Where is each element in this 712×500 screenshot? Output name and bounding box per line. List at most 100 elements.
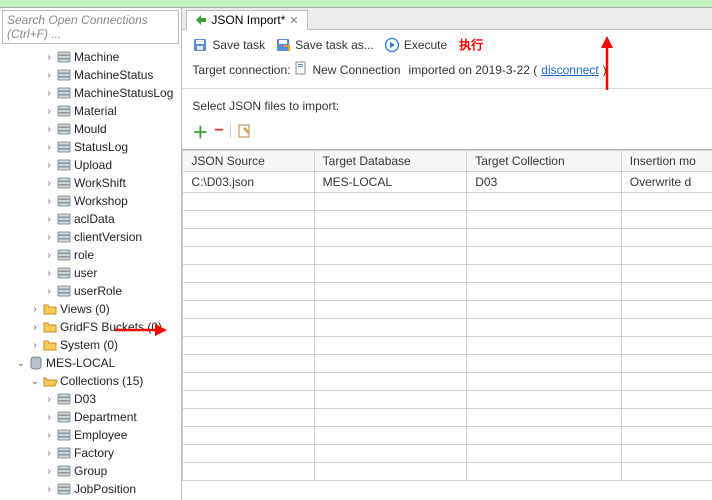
twist-icon[interactable]: › [42, 284, 56, 298]
tree-item-machinestatuslog[interactable]: ›MachineStatusLog [0, 84, 181, 102]
twist-icon[interactable]: › [42, 248, 56, 262]
tree-item-material[interactable]: ›Material [0, 102, 181, 120]
table-row-empty [183, 373, 712, 391]
tree-item-userrole[interactable]: ›userRole [0, 282, 181, 300]
tab-bar: JSON Import* ✕ [182, 8, 712, 30]
table-row-empty [183, 427, 712, 445]
edit-button[interactable] [237, 123, 253, 139]
execute-button[interactable]: Execute [384, 37, 447, 53]
sidebar: Search Open Connections (Ctrl+F) ... ›Ma… [0, 8, 182, 500]
tree-label: D03 [74, 392, 96, 406]
twist-icon[interactable]: › [42, 194, 56, 208]
tree-item-factory[interactable]: ›Factory [0, 444, 181, 462]
tree-icon [56, 194, 72, 208]
tree-icon [56, 464, 72, 478]
tree-item-d03[interactable]: › D03 [0, 390, 181, 408]
twist-icon[interactable]: ⌄ [28, 374, 42, 388]
tree-folder-views[interactable]: ›Views (0) [0, 300, 181, 318]
twist-icon[interactable]: › [42, 86, 56, 100]
tree-item-group[interactable]: ›Group [0, 462, 181, 480]
save-task-as-button[interactable]: Save task as... [275, 37, 374, 53]
tree-item-machine[interactable]: ›Machine [0, 48, 181, 66]
tree-label: MachineStatus [74, 68, 153, 82]
table-row-empty [183, 211, 712, 229]
tree-item-user[interactable]: ›user [0, 264, 181, 282]
col-json-source[interactable]: JSON Source [183, 151, 314, 172]
tree-item-machinestatus[interactable]: › MachineStatus [0, 66, 181, 84]
twist-icon[interactable]: › [28, 302, 42, 316]
tree-folder-gridfs[interactable]: ›GridFS Buckets (0) [0, 318, 181, 336]
tree-label: Department [74, 410, 137, 424]
twist-icon[interactable]: › [42, 140, 56, 154]
table-row-empty [183, 301, 712, 319]
save-task-button[interactable]: Save task [192, 37, 265, 53]
tab-json-import[interactable]: JSON Import* ✕ [186, 10, 307, 30]
tree-item-statuslog[interactable]: ›StatusLog [0, 138, 181, 156]
remove-file-button[interactable]: − [214, 122, 223, 140]
tree-item-clientversion[interactable]: › clientVersion [0, 228, 181, 246]
cell-source: C:\D03.json [183, 172, 314, 193]
col-insertion-mode[interactable]: Insertion mo [621, 151, 712, 172]
twist-icon[interactable]: › [42, 50, 56, 64]
twist-icon[interactable]: › [42, 446, 56, 460]
page-icon [294, 61, 308, 78]
twist-icon[interactable]: › [42, 122, 56, 136]
play-icon [384, 37, 400, 53]
tree-icon [42, 320, 58, 334]
twist-icon[interactable]: › [42, 104, 56, 118]
twist-icon[interactable]: › [28, 338, 42, 352]
disconnect-link[interactable]: disconnect [541, 63, 598, 77]
tree-icon [56, 50, 72, 64]
close-icon[interactable]: ✕ [289, 14, 298, 27]
add-file-button[interactable]: ＋ [192, 119, 208, 143]
tree-item-employee[interactable]: ›Employee [0, 426, 181, 444]
twist-icon[interactable]: ⌄ [14, 356, 28, 370]
tree-item-workshift[interactable]: ›WorkShift [0, 174, 181, 192]
twist-icon[interactable]: › [42, 176, 56, 190]
twist-icon[interactable]: › [28, 320, 42, 334]
twist-icon[interactable]: › [42, 212, 56, 226]
tree-item-acldata[interactable]: ›aclData [0, 210, 181, 228]
tree-label: clientVersion [74, 230, 142, 244]
connection-tree[interactable]: ›Machine›MachineStatus›MachineStatusLog›… [0, 46, 181, 500]
tree-label: System (0) [60, 338, 118, 352]
col-target-database[interactable]: Target Database [314, 151, 467, 172]
tree-folder-collections[interactable]: ⌄ Collections (15) [0, 372, 181, 390]
tree-label: Collections (15) [60, 374, 143, 388]
twist-icon[interactable]: › [42, 266, 56, 280]
twist-icon[interactable]: › [42, 230, 56, 244]
search-input[interactable]: Search Open Connections (Ctrl+F) ... [2, 10, 179, 44]
target-connection-label: Target connection: [192, 63, 290, 77]
table-row-empty [183, 337, 712, 355]
twist-icon[interactable]: › [42, 158, 56, 172]
table-row[interactable]: C:\D03.jsonMES-LOCALD03Overwrite d [183, 172, 712, 193]
disk-as-icon [275, 37, 291, 53]
save-task-label: Save task [212, 38, 265, 52]
tab-title: JSON Import* [211, 13, 285, 27]
toolbar: Save task Save task as... Execute 执行 [182, 30, 712, 57]
tree-icon [56, 212, 72, 226]
twist-icon[interactable]: › [42, 482, 56, 496]
twist-icon[interactable]: › [42, 428, 56, 442]
tree-icon [56, 482, 72, 496]
tree-item-jobposition[interactable]: ›JobPosition [0, 480, 181, 498]
table-row-empty [183, 229, 712, 247]
top-banner [0, 0, 712, 8]
cell-target_db: MES-LOCAL [314, 172, 467, 193]
twist-icon[interactable]: › [42, 410, 56, 424]
tree-item-workshop[interactable]: ›Workshop [0, 192, 181, 210]
twist-icon[interactable]: › [42, 68, 56, 82]
twist-icon[interactable]: › [42, 464, 56, 478]
tree-item-department[interactable]: › Department [0, 408, 181, 426]
twist-icon[interactable]: › [42, 392, 56, 406]
tree-folder-system[interactable]: › System (0) [0, 336, 181, 354]
table-row-empty [183, 193, 712, 211]
tree-db-mes-local[interactable]: ⌄MES-LOCAL [0, 354, 181, 372]
col-target-collection[interactable]: Target Collection [467, 151, 622, 172]
tree-item-upload[interactable]: ›Upload [0, 156, 181, 174]
execute-label: Execute [404, 38, 447, 52]
import-icon [195, 14, 207, 26]
files-table[interactable]: JSON Source Target Database Target Colle… [182, 149, 712, 500]
tree-item-mould[interactable]: ›Mould [0, 120, 181, 138]
tree-item-role[interactable]: ›role [0, 246, 181, 264]
